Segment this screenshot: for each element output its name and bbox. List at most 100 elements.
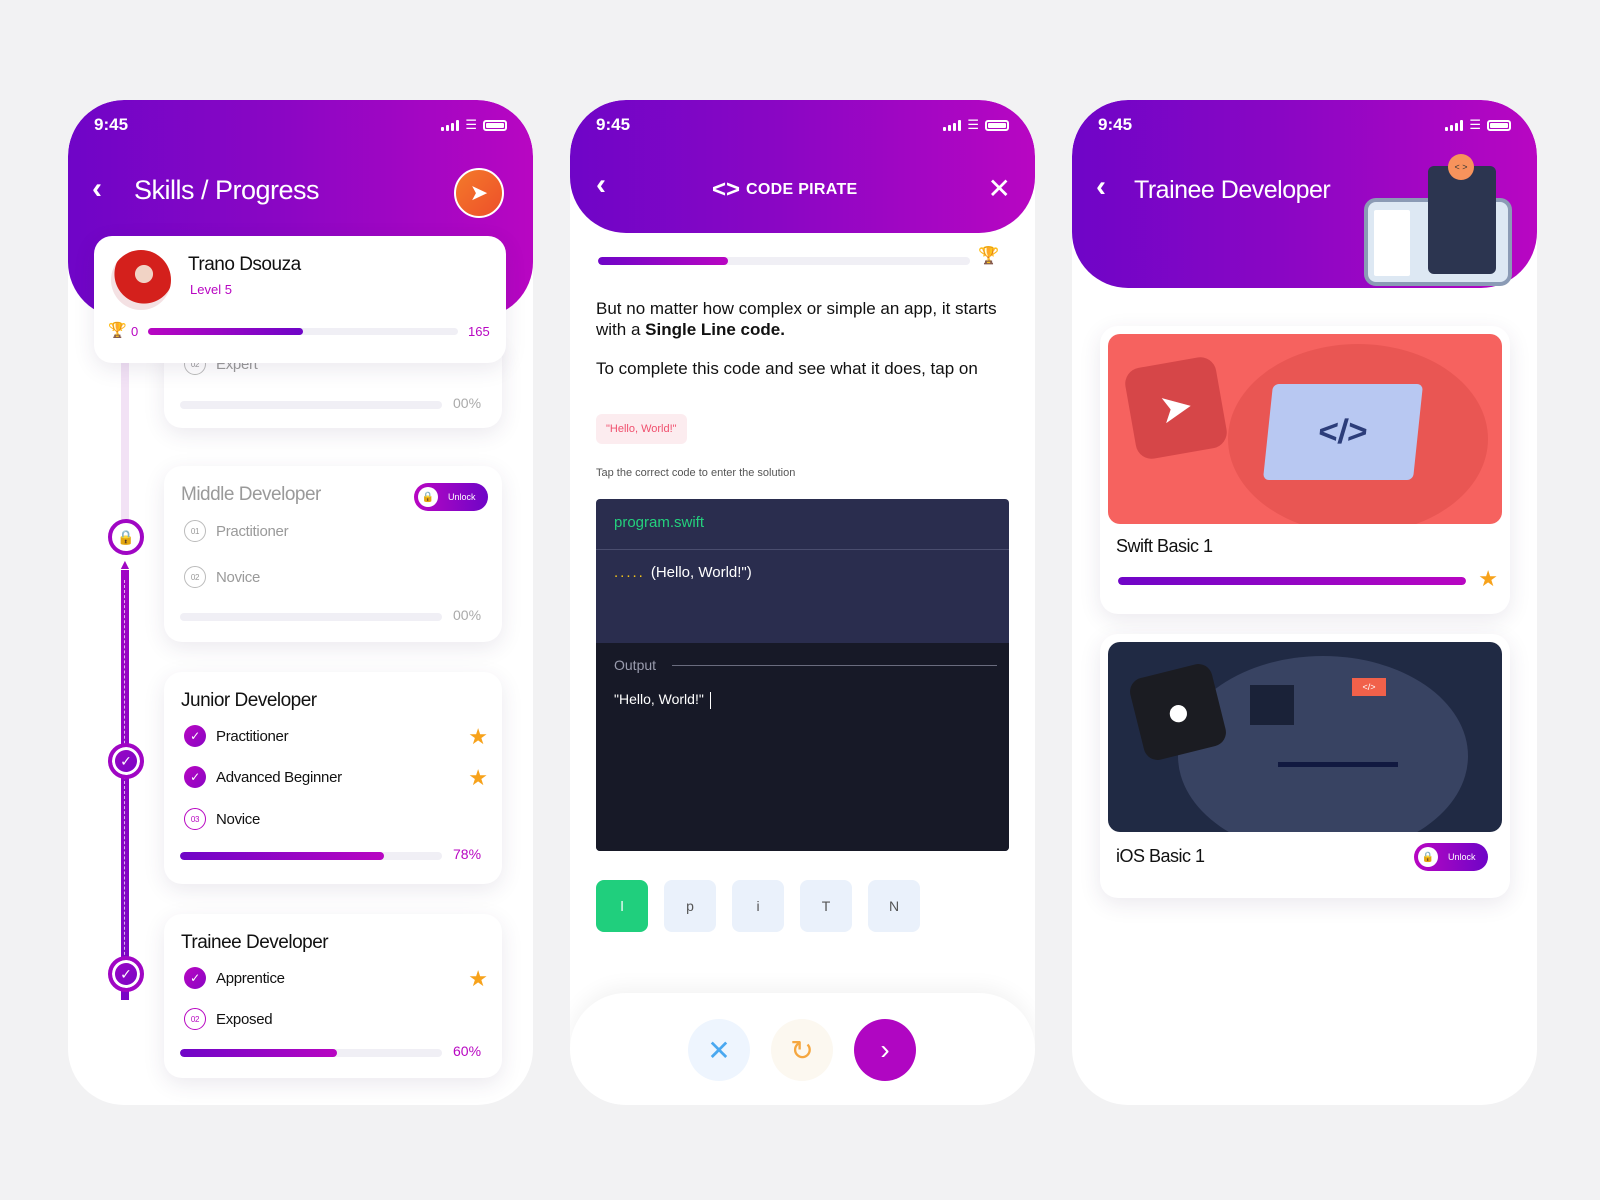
refresh-icon: ↻	[790, 1034, 814, 1066]
step-number: 03	[184, 808, 206, 830]
skills-progress-screen: 9:45 ☰ ‹ Skills / Progress ➤ 🔒 ▲ ✓ ✓ 02 E…	[68, 100, 533, 1105]
timeline-track-locked	[121, 350, 129, 540]
level-progress-fill	[180, 852, 385, 860]
level-card-trainee[interactable]: Trainee Developer ✓ Apprentice ★ 02 Expose…	[164, 914, 502, 1078]
course-progress	[1118, 577, 1466, 585]
answer-chip[interactable]: i	[732, 880, 784, 932]
output-value: "Hello, World!"	[614, 691, 704, 707]
battery-icon	[1487, 119, 1511, 131]
user-name: Trano Dsouza	[188, 254, 301, 275]
course-title: Swift Basic 1	[1116, 536, 1213, 556]
lock-icon: 🔒	[1418, 847, 1438, 867]
code-device-illustration: < >	[1364, 154, 1512, 290]
answer-chip[interactable]: T	[800, 880, 852, 932]
answer-chip[interactable]: N	[868, 880, 920, 932]
check-node-icon: ✓	[108, 743, 144, 779]
swift-icon[interactable]: ➤	[454, 168, 504, 218]
level-progress	[180, 401, 442, 409]
check-icon: ✓	[184, 766, 206, 788]
lock-node-icon: 🔒	[108, 519, 144, 555]
output-divider	[672, 665, 997, 666]
course-card-swift[interactable]: ➤ </> Swift Basic 1 ★	[1100, 326, 1510, 614]
level-card-junior[interactable]: Junior Developer ✓ Practitioner ★ ✓ Advanc…	[164, 672, 502, 884]
status-time: 9:45	[94, 115, 129, 134]
course-list-screen: 9:45 ☰ ‹ Trainee Developer < > ➤ </> Swi…	[1072, 100, 1537, 1105]
step-label: Novice	[216, 810, 261, 828]
code-blank[interactable]: .....	[614, 564, 645, 581]
star-icon: ★	[468, 724, 488, 749]
close-button[interactable]: ✕	[988, 172, 1011, 205]
xp-progress-fill	[148, 328, 303, 335]
page-title: Trainee Developer	[1134, 176, 1331, 204]
answer-chip[interactable]: p	[664, 880, 716, 932]
course-title: iOS Basic 1	[1116, 846, 1205, 866]
status-time: 9:45	[596, 115, 631, 134]
code-text: (Hello, World!")	[650, 564, 752, 581]
lesson-progress-fill	[598, 257, 729, 265]
paragraph-bold: Single Line code.	[645, 320, 785, 339]
back-button[interactable]: ‹	[596, 168, 606, 202]
unlock-label: Unlock	[1448, 852, 1476, 862]
wifi-icon: ☰	[1469, 117, 1481, 132]
lesson-progress	[598, 257, 970, 265]
step-label: Novice	[216, 568, 261, 586]
level-percent: 00%	[453, 607, 482, 623]
step-label: Advanced Beginner	[216, 768, 342, 786]
hint-chip[interactable]: "Hello, World!"	[596, 414, 687, 444]
output-panel: Output "Hello, World!"	[596, 643, 1009, 851]
level-percent: 60%	[453, 1043, 482, 1059]
avatar[interactable]	[111, 250, 171, 310]
next-button[interactable]: ›	[854, 1019, 916, 1081]
back-button[interactable]: ‹	[1096, 170, 1106, 204]
xp-progress	[148, 328, 458, 335]
battery-icon	[985, 119, 1009, 131]
level-title: Trainee Developer	[181, 932, 329, 953]
level-progress	[180, 613, 442, 621]
header: 9:45 ☰ ‹ Trainee Developer < >	[1072, 100, 1537, 288]
code-line: ..... (Hello, World!")	[614, 564, 752, 581]
wifi-icon: ☰	[465, 117, 477, 132]
unlock-button[interactable]: 🔒 Unlock	[1414, 843, 1488, 871]
status-time: 9:45	[1098, 115, 1133, 134]
step-label: Apprentice	[216, 969, 285, 987]
lesson-screen: 9:45 ☰ ‹ <> CODE PIRATE ✕ 🏆 But no matte…	[570, 100, 1035, 1105]
check-icon: ✓	[184, 725, 206, 747]
level-card-middle[interactable]: Middle Developer 🔒 Unlock 01 Practitioner …	[164, 466, 502, 642]
chevron-right-icon: ›	[880, 1034, 890, 1065]
editor-filename: program.swift	[614, 514, 705, 531]
course-card-ios[interactable]: ● </> iOS Basic 1 🔒 Unlock	[1100, 634, 1510, 898]
star-icon: ★	[468, 765, 488, 790]
check-node-icon: ✓	[108, 956, 144, 992]
close-icon: ✕	[707, 1034, 731, 1066]
ios-course-illustration: ● </>	[1108, 642, 1502, 832]
signal-icon	[1445, 119, 1464, 131]
unlock-button[interactable]: 🔒 Unlock	[414, 483, 488, 511]
wifi-icon: ☰	[967, 117, 979, 132]
page-title: Skills / Progress	[134, 175, 320, 205]
reset-button[interactable]: ↻	[771, 1019, 833, 1081]
back-button[interactable]: ‹	[92, 172, 102, 206]
step-label: Practitioner	[216, 727, 289, 745]
answer-chip[interactable]: l	[596, 880, 648, 932]
swift-logo-icon: ➤	[1122, 354, 1230, 462]
level-progress	[180, 1049, 442, 1057]
unlock-label: Unlock	[448, 492, 476, 502]
user-level: Level 5	[190, 282, 232, 297]
level-percent: 00%	[453, 395, 482, 411]
xp-min: 0	[131, 324, 139, 339]
lock-icon: 🔒	[418, 487, 438, 507]
brand-logo: <> CODE PIRATE	[712, 176, 858, 204]
status-bar: 9:45 ☰	[94, 115, 507, 135]
status-bar: 9:45 ☰	[596, 115, 1009, 135]
code-editor: program.swift ..... (Hello, World!") Outp…	[596, 499, 1009, 851]
star-icon: ★	[1478, 566, 1498, 591]
level-progress	[180, 852, 442, 860]
trophy-icon: 🏆	[108, 322, 127, 339]
swift-course-illustration: ➤ </>	[1108, 334, 1502, 524]
clear-button[interactable]: ✕	[688, 1019, 750, 1081]
level-title: Junior Developer	[181, 690, 317, 711]
step-number: 02	[184, 1008, 206, 1030]
header: 9:45 ☰ ‹ <> CODE PIRATE ✕	[570, 100, 1035, 233]
star-icon: ★	[468, 966, 488, 991]
instruction-text: Tap the correct code to enter the soluti…	[596, 467, 796, 479]
